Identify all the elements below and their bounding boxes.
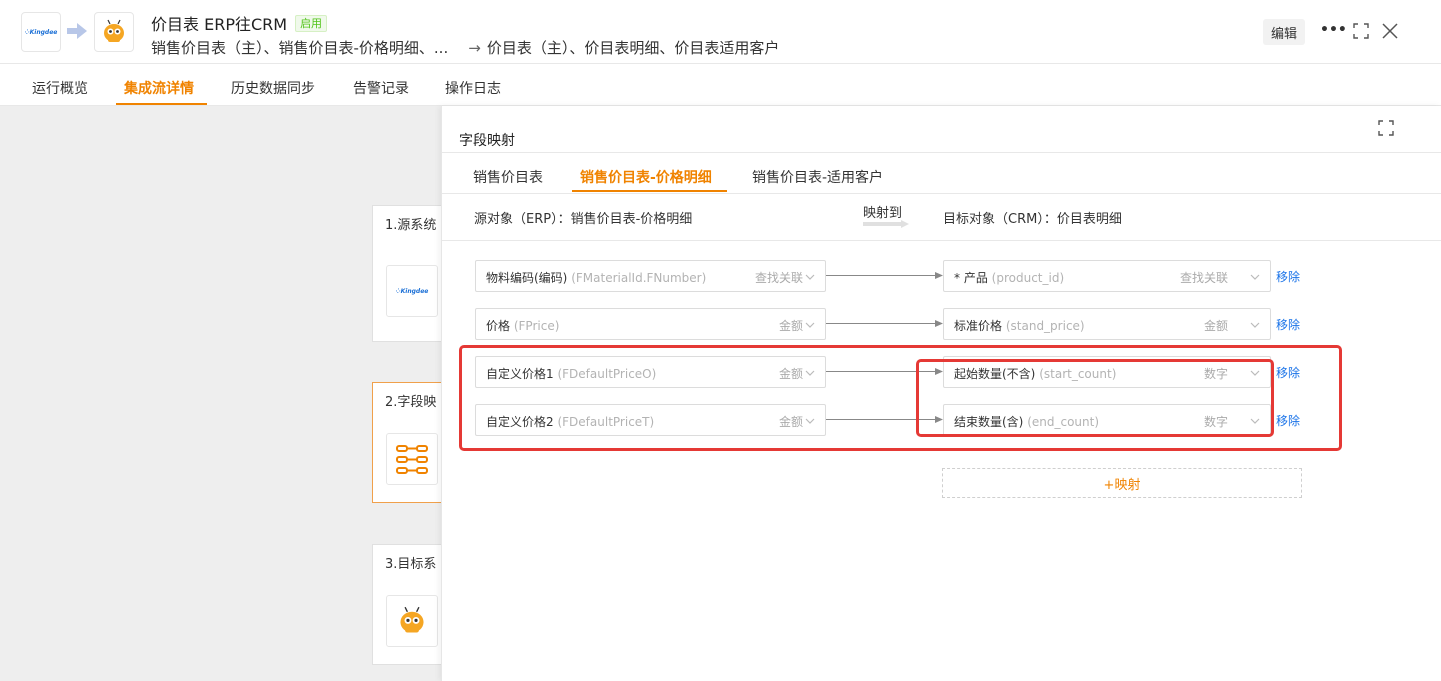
fullscreen-icon[interactable] — [1353, 23, 1369, 39]
main-tabs: 运行概览 集成流详情 历史数据同步 告警记录 操作日志 — [0, 64, 1441, 106]
caret-down-icon — [1250, 418, 1260, 424]
crm-bee-logo — [94, 12, 134, 52]
page-title: 价目表 ERP往CRM 启用 — [151, 11, 328, 35]
field-label: 标准价格 — [954, 319, 1003, 333]
field-type: 金额 — [778, 367, 803, 381]
field-mapping-icon — [386, 433, 438, 485]
source-field-select[interactable]: 自定义价格1 (FDefaultPriceO) 金额 — [475, 356, 826, 388]
target-objects: 价目表（主）、价目表明细、价目表适用客户 — [486, 39, 780, 57]
field-label: 物料编码(编码) — [486, 271, 568, 285]
active-tab-indicator — [572, 190, 727, 192]
source-object-label: 源对象（ERP）：销售价目表-价格明细 — [474, 212, 693, 227]
add-mapping-button[interactable]: +映射 — [942, 468, 1302, 498]
kingdee-logo: ⁘Kingdee — [386, 265, 438, 317]
active-tab-indicator — [116, 103, 207, 105]
field-code: (end_count) — [1027, 415, 1100, 429]
field-type: 金额 — [778, 319, 803, 333]
caret-down-icon — [805, 322, 815, 328]
target-field-select[interactable]: 标准价格 (stand_price) 金额 — [943, 308, 1271, 340]
field-code: (stand_price) — [1005, 319, 1085, 333]
step-label: 2.字段映 — [385, 395, 437, 410]
field-label: * 产品 — [954, 271, 988, 285]
field-code: (FDefaultPriceT) — [557, 415, 655, 429]
flow-arrow: → — [468, 39, 481, 57]
mapping-header: 源对象（ERP）：销售价目表-价格明细 映射到 目标对象（CRM）：价目表明细 — [442, 194, 1441, 241]
divider — [442, 152, 1441, 153]
source-objects: 销售价目表（主）、销售价目表-价格明细、... — [151, 39, 449, 57]
tab-price-detail[interactable]: 销售价目表-价格明细 — [580, 167, 712, 187]
arrow-right-icon — [863, 220, 909, 228]
mapping-row: 自定义价格2 (FDefaultPriceT) 金额 结束数量(含) (end_… — [442, 404, 1441, 436]
field-label: 结束数量(含) — [954, 415, 1024, 429]
target-object-label: 目标对象（CRM）：价目表明细 — [943, 212, 1122, 227]
caret-down-icon — [805, 418, 815, 424]
step-label: 3.目标系 — [385, 557, 437, 572]
remove-link[interactable]: 移除 — [1276, 364, 1300, 381]
mapping-connector — [826, 320, 943, 327]
field-code: (FDefaultPriceO) — [557, 367, 657, 381]
remove-link[interactable]: 移除 — [1276, 412, 1300, 429]
remove-link[interactable]: 移除 — [1276, 268, 1300, 285]
more-icon[interactable]: ••• — [1320, 22, 1347, 38]
caret-down-icon — [1250, 322, 1260, 328]
tab-operation-log[interactable]: 操作日志 — [445, 78, 501, 98]
tab-applicable-customer[interactable]: 销售价目表-适用客户 — [752, 167, 883, 187]
field-code: (FPrice) — [513, 319, 560, 333]
remove-link[interactable]: 移除 — [1276, 316, 1300, 333]
mapping-row: 价格 (FPrice) 金额 标准价格 (stand_price) 金额 移除 — [442, 308, 1441, 340]
arrow-right-icon — [67, 23, 87, 39]
tab-history-sync[interactable]: 历史数据同步 — [231, 78, 315, 98]
field-label: 起始数量(不含) — [954, 367, 1036, 381]
fullscreen-icon[interactable] — [1378, 120, 1394, 136]
panel-title: 字段映射 — [459, 133, 515, 149]
target-field-select[interactable]: 起始数量(不含) (start_count) 数字 — [943, 356, 1271, 388]
flow-objects: 销售价目表（主）、销售价目表-价格明细、... → 价目表（主）、价目表明细、价目… — [151, 37, 779, 58]
field-label: 自定义价格2 — [486, 415, 554, 429]
title-text: 价目表 ERP往CRM — [151, 15, 288, 34]
tab-alerts[interactable]: 告警记录 — [353, 78, 409, 98]
field-code: (start_count) — [1039, 367, 1117, 381]
mapping-connector — [826, 416, 943, 423]
target-field-select[interactable]: 结束数量(含) (end_count) 数字 — [943, 404, 1271, 436]
crm-bee-logo — [386, 595, 438, 647]
header: ⁘Kingdee 价目表 ERP往CRM 启用 销售价目表（主）、销售价目表-价… — [0, 0, 1441, 64]
caret-down-icon — [805, 370, 815, 376]
field-label: 自定义价格1 — [486, 367, 554, 381]
caret-down-icon — [805, 274, 815, 280]
source-field-select[interactable]: 物料编码(编码) (FMaterialId.FNumber) 查找关联 — [475, 260, 826, 292]
source-field-select[interactable]: 价格 (FPrice) 金额 — [475, 308, 826, 340]
step-field-mapping[interactable]: 2.字段映 — [372, 382, 452, 503]
map-to-label: 映射到 — [863, 206, 903, 221]
kingdee-logo: ⁘Kingdee — [21, 12, 61, 52]
field-mapping-panel: 字段映射 销售价目表 销售价目表-价格明细 销售价目表-适用客户 源对象（ERP… — [441, 106, 1441, 681]
tab-sales-pricelist[interactable]: 销售价目表 — [473, 167, 543, 187]
mapping-row: 自定义价格1 (FDefaultPriceO) 金额 起始数量(不含) (sta… — [442, 356, 1441, 388]
mapping-connector — [826, 368, 943, 375]
field-label: 价格 — [486, 319, 511, 333]
mapping-connector — [826, 272, 943, 279]
step-label: 1.源系统 — [385, 218, 437, 233]
tab-overview[interactable]: 运行概览 — [32, 78, 88, 98]
field-code: (FMaterialId.FNumber) — [571, 271, 707, 285]
caret-down-icon — [1250, 274, 1260, 280]
field-type: 金额 — [1203, 319, 1228, 333]
field-type: 查找关联 — [754, 271, 803, 285]
source-field-select[interactable]: 自定义价格2 (FDefaultPriceT) 金额 — [475, 404, 826, 436]
close-icon[interactable] — [1381, 22, 1399, 40]
status-badge: 启用 — [295, 14, 328, 32]
tab-flow-details[interactable]: 集成流详情 — [124, 78, 194, 98]
step-target-system[interactable]: 3.目标系 — [372, 544, 452, 665]
step-source-system[interactable]: 1.源系统 ⁘Kingdee — [372, 205, 452, 342]
field-type: 数字 — [1203, 367, 1228, 381]
field-type: 金额 — [778, 415, 803, 429]
target-field-select[interactable]: * 产品 (product_id) 查找关联 — [943, 260, 1271, 292]
caret-down-icon — [1250, 370, 1260, 376]
edit-button[interactable]: 编辑 — [1263, 19, 1305, 45]
mapping-row: 物料编码(编码) (FMaterialId.FNumber) 查找关联 * 产品… — [442, 260, 1441, 292]
field-type: 数字 — [1203, 415, 1228, 429]
field-code: (product_id) — [991, 271, 1065, 285]
field-type: 查找关联 — [1179, 271, 1228, 285]
